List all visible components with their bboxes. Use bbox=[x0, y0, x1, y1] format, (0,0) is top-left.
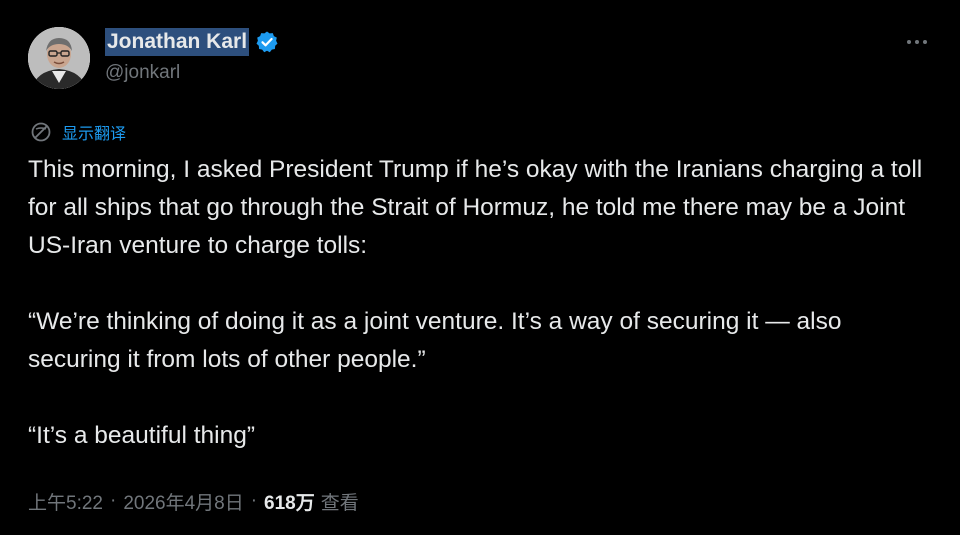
tweet-time[interactable]: 上午5:22 bbox=[28, 488, 103, 515]
more-dot bbox=[923, 40, 927, 44]
more-horizontal-icon bbox=[907, 40, 911, 44]
tweet-text: This morning, I asked President Trump if… bbox=[28, 151, 933, 455]
show-translation-label: 显示翻译 bbox=[62, 124, 127, 143]
tweet-meta: 上午5:22 · 2026年4月8日 · 618万 查看 bbox=[28, 486, 359, 516]
avatar[interactable] bbox=[28, 27, 90, 89]
views-count: 618万 bbox=[264, 492, 315, 514]
author-name-row: Jonathan Karl bbox=[105, 27, 279, 57]
tweet-paragraph: “We’re thinking of doing it as a joint v… bbox=[28, 308, 842, 373]
tweet-card: Jonathan Karl @jonkarl 显示翻译 This morning… bbox=[0, 0, 960, 535]
tweet-paragraph: This morning, I asked President Trump if… bbox=[28, 156, 923, 259]
meta-separator: · bbox=[109, 490, 117, 511]
more-dot bbox=[915, 40, 919, 44]
views-label: 查看 bbox=[320, 492, 359, 514]
author-handle[interactable]: @jonkarl bbox=[105, 62, 180, 84]
meta-separator: · bbox=[250, 490, 258, 511]
author-name[interactable]: Jonathan Karl bbox=[105, 28, 250, 56]
tweet-paragraph: “It’s a beautiful thing” bbox=[28, 422, 255, 449]
translate-globe-icon bbox=[31, 122, 51, 142]
avatar-image bbox=[28, 27, 90, 89]
verified-badge-icon[interactable] bbox=[255, 30, 279, 54]
show-translation-button[interactable]: 显示翻译 bbox=[30, 120, 126, 144]
more-options-button[interactable] bbox=[900, 30, 934, 54]
tweet-date[interactable]: 2026年4月8日 bbox=[123, 488, 243, 515]
